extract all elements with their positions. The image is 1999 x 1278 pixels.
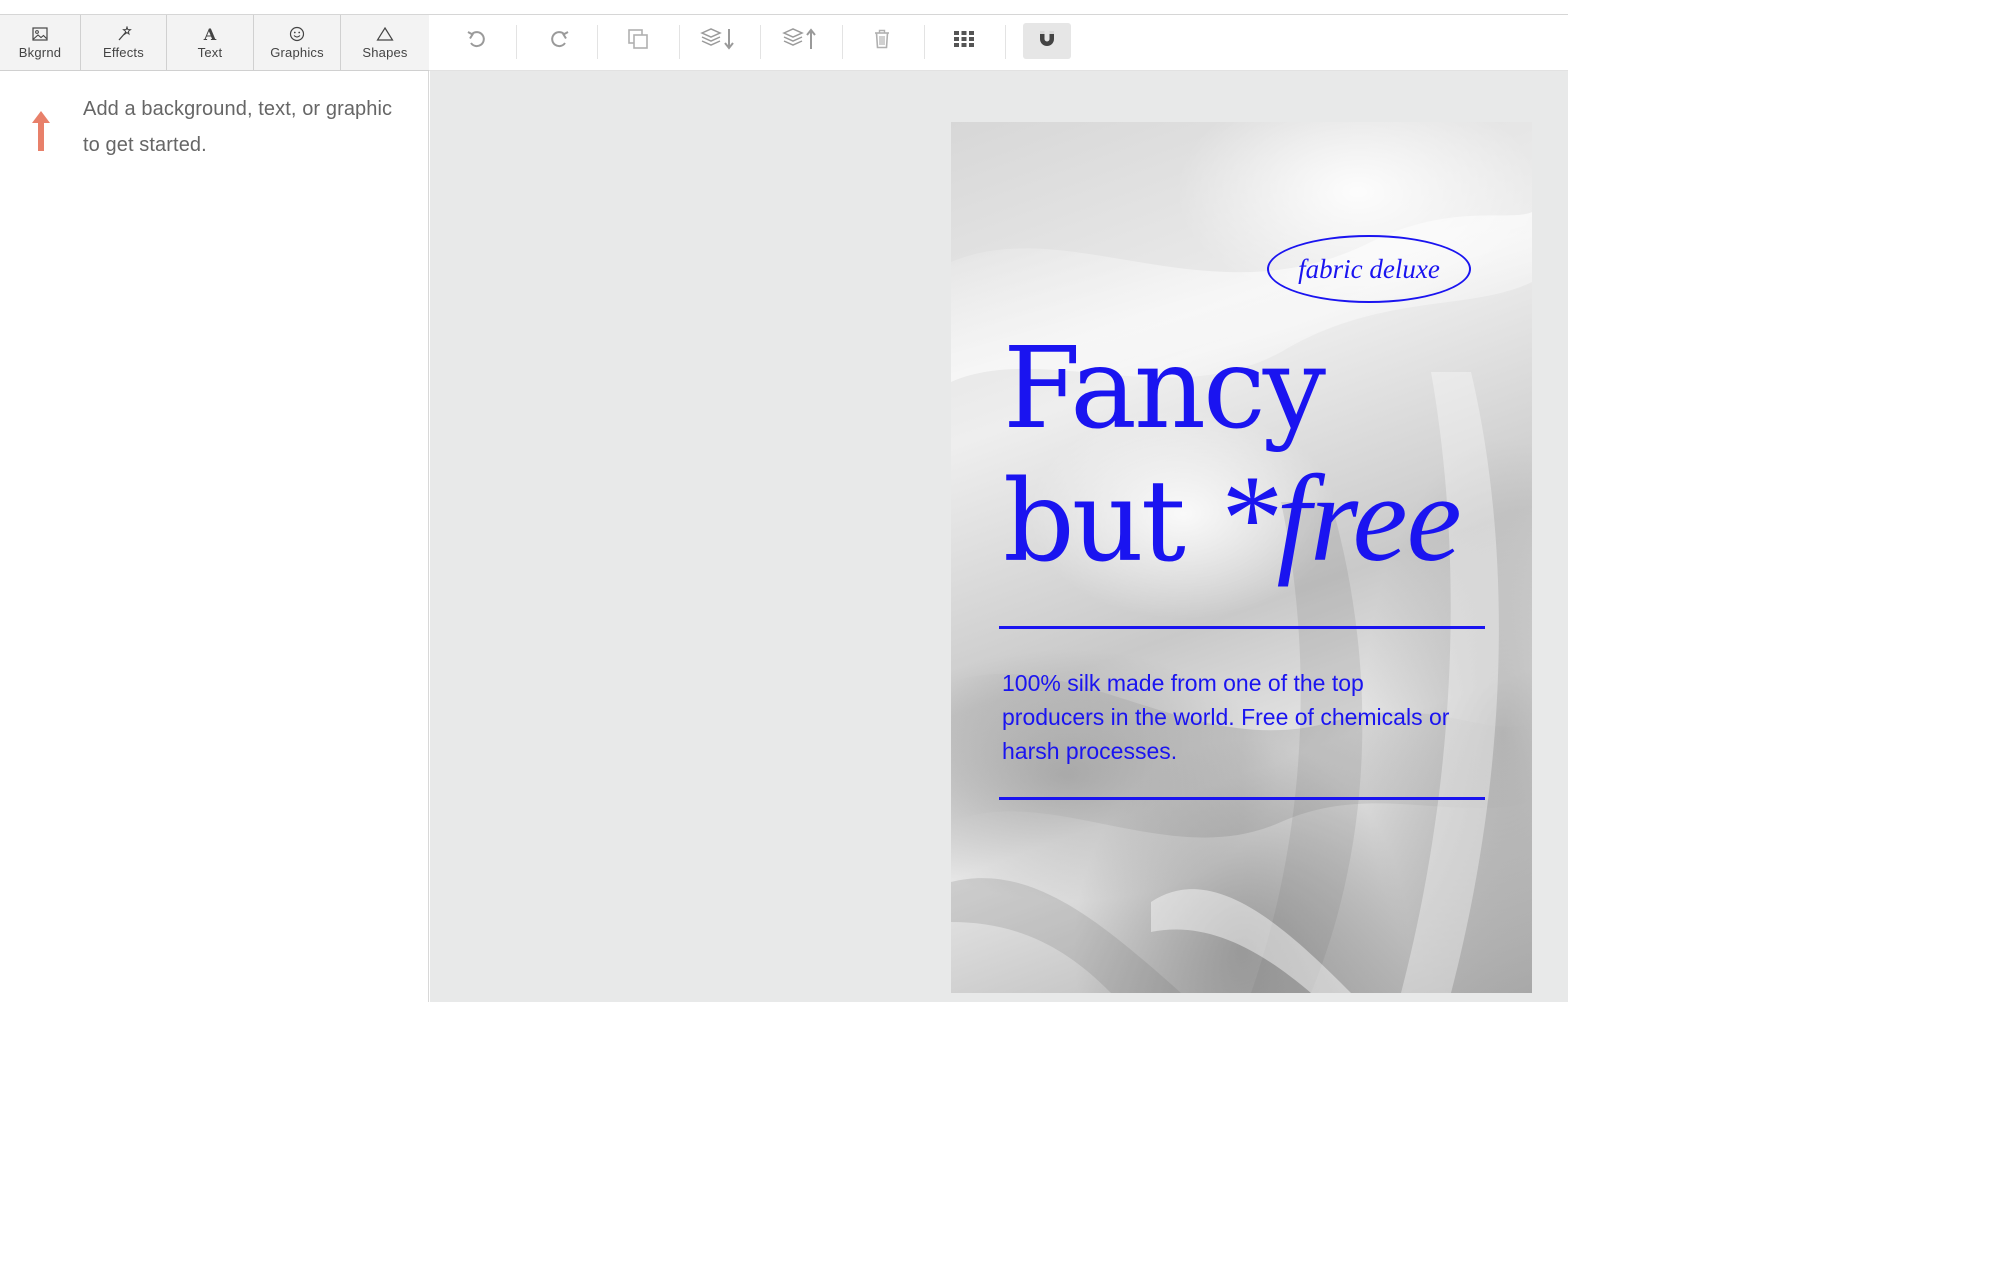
tab-label: Shapes [362,45,408,60]
tab-label: Text [197,45,223,60]
magnet-icon [1036,28,1058,55]
toolbar-divider [597,25,598,59]
duplicate-button[interactable] [614,23,662,59]
tab-graphics[interactable]: Graphics [254,15,341,70]
left-panel: Add a background, text, or graphic to ge… [0,71,429,1002]
tool-tabs: Bkgrnd Effects A Text Graphics Shapes [0,15,429,71]
layer-up-icon [781,26,821,57]
undo-icon [466,28,488,55]
toolbar-divider [924,25,925,59]
tab-shapes[interactable]: Shapes [341,15,429,70]
poster-headline[interactable]: Fancy but *free [1003,324,1462,588]
headline-line-2-italic: *free [1215,450,1461,587]
trash-icon [872,28,892,55]
snap-toggle-button[interactable] [1023,23,1071,59]
text-a-icon: A [203,24,217,44]
redo-icon [548,28,570,55]
toolbar-divider [679,25,680,59]
grid-button[interactable] [940,23,988,59]
top-divider-line[interactable] [999,626,1485,629]
tab-label: Graphics [270,45,324,60]
toolbar-divider [760,25,761,59]
layer-down-icon [699,26,739,57]
bottom-divider-line[interactable] [999,797,1485,800]
magic-wand-icon [116,25,132,43]
up-arrow-icon [30,109,52,158]
image-icon [32,25,48,43]
top-strip [0,0,1568,15]
design-editor-app: Bkgrnd Effects A Text Graphics Shapes Ad… [0,0,1568,1002]
delete-button[interactable] [858,23,906,59]
grid-icon [953,30,975,53]
bring-forward-button[interactable] [777,23,825,59]
edit-toolbar [429,15,1568,71]
tab-label: Effects [103,45,144,60]
duplicate-icon [626,27,650,56]
canvas-workspace[interactable]: fabric deluxe Fancy but *free 100% silk … [430,71,1568,1002]
tab-background[interactable]: Bkgrnd [0,15,81,70]
headline-line-2-prefix: but [1003,457,1216,587]
poster-body-copy[interactable]: 100% silk made from one of the top produ… [1002,666,1472,768]
poster-canvas[interactable]: fabric deluxe Fancy but *free 100% silk … [951,122,1532,993]
smiley-icon [289,25,305,43]
headline-line-1: Fancy [1003,324,1326,454]
tab-text[interactable]: A Text [167,15,254,70]
redo-button[interactable] [535,23,583,59]
undo-button[interactable] [453,23,501,59]
tab-effects[interactable]: Effects [81,15,167,70]
toolbar-divider [516,25,517,59]
toolbar-divider [1005,25,1006,59]
triangle-icon [376,25,394,43]
fabric-deluxe-badge[interactable]: fabric deluxe [1267,235,1471,303]
badge-text: fabric deluxe [1298,253,1440,284]
getting-started-hint: Add a background, text, or graphic to ge… [83,98,393,156]
headline-line-2: but *free [1003,454,1462,588]
toolbar-divider [842,25,843,59]
tab-label: Bkgrnd [18,45,62,60]
send-backward-button[interactable] [695,23,743,59]
